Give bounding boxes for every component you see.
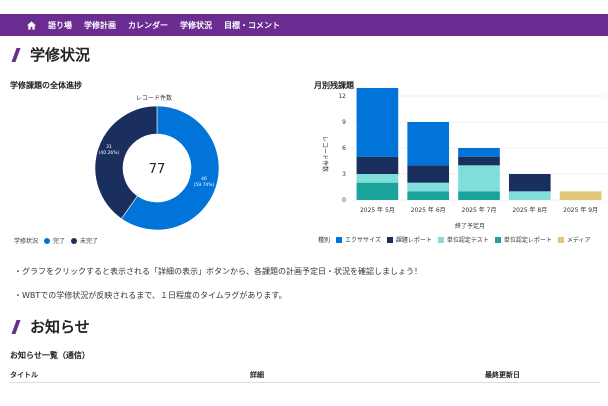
legend-label-test[interactable]: 単位認定テスト — [447, 235, 489, 244]
donut-subtitle: 学修課題の全体進捗 — [10, 81, 82, 90]
legend-label-complete[interactable]: 完了 — [53, 236, 65, 245]
bar-segment[interactable] — [356, 88, 399, 157]
bar-x-axis-label: 終了予定月 — [455, 222, 485, 230]
donut-legend-title: 学修状況 — [14, 238, 39, 245]
bar-legend-title: 種別 — [318, 237, 331, 244]
y-tick-label: 12 — [338, 93, 346, 100]
page: 語り場 学修計画 カレンダー 学修状況 目標・コメント 学修状況 学修課題の全体… — [0, 0, 608, 406]
y-tick-label: 6 — [342, 145, 346, 152]
y-tick-label: 0 — [342, 197, 346, 204]
x-tick-label: 2025 年 6月 — [411, 206, 446, 214]
legend-swatch-complete — [44, 237, 51, 244]
bar-segment[interactable] — [458, 148, 500, 157]
nav-item-study-plan[interactable]: 学修計画 — [84, 20, 116, 31]
news-title: お知らせ — [30, 318, 90, 336]
bar-segment[interactable] — [407, 122, 450, 166]
note-detail-button: ・グラフをクリックすると表示される「詳細の表示」ボタンから、各課題の計画予定日・… — [14, 267, 422, 276]
legend-swatch-credit-report — [494, 236, 501, 243]
bar-segment[interactable] — [407, 182, 450, 192]
stacked-bar-chart[interactable]: 0 3 6 9 12 2025 年 5月 2025 年 6月 2025 年 7月 2025 年… — [300, 88, 608, 236]
legend-label-credit-report[interactable]: 単位認定レポート — [504, 235, 552, 244]
legend-label-report[interactable]: 課題レポート — [396, 235, 432, 244]
x-tick-label: 2025 年 7月 — [462, 206, 497, 214]
y-tick-label: 3 — [342, 171, 346, 178]
nav-item-kataraiba[interactable]: 語り場 — [48, 20, 72, 31]
news-subtitle: お知らせ一覧（通信） — [10, 351, 90, 360]
table-header-divider — [10, 382, 600, 383]
bar-segment[interactable] — [356, 174, 399, 183]
donut-center-total: 77 — [149, 162, 166, 177]
bar-segment[interactable] — [508, 191, 551, 200]
bar-segment[interactable] — [559, 191, 602, 200]
title-accent-mark — [11, 47, 21, 62]
section-title-study-status: 学修状況 — [11, 44, 91, 65]
bar-y-axis-label: レコード件数 — [321, 136, 329, 172]
legend-swatch-report — [386, 236, 393, 243]
bar-segment[interactable] — [508, 174, 551, 192]
bar-segment[interactable] — [356, 182, 399, 200]
legend-label-media[interactable]: メディア — [567, 235, 591, 244]
home-icon[interactable] — [26, 18, 40, 32]
x-tick-label: 2025 年 5月 — [360, 206, 395, 214]
bar-legend: 種別 エクササイズ 課題レポート 単位認定テスト 単位認定レポート メディア — [318, 235, 590, 244]
nav-item-study-status[interactable]: 学修状況 — [180, 20, 212, 31]
bar-segment[interactable] — [458, 191, 500, 200]
legend-label-exercise[interactable]: エクササイズ — [345, 235, 381, 244]
donut-legend: 学修状況 完了 未完了 — [14, 236, 98, 245]
section-title-news: お知らせ — [11, 316, 90, 337]
note-time-lag: ・WBTでの学修状況が反映されるまで、１日程度のタイムラグがあります。 — [14, 291, 287, 300]
x-tick-label: 2025 年 8月 — [512, 206, 547, 214]
donut-label-incomplete-count: 31 — [106, 144, 112, 150]
donut-chart[interactable]: 77 46 (59.74%) 31 (40.26%) — [90, 100, 230, 240]
y-tick-label: 9 — [342, 119, 346, 126]
bar-segment[interactable] — [458, 156, 500, 166]
legend-swatch-incomplete — [71, 237, 78, 244]
news-col-detail: 詳細 — [250, 371, 264, 379]
bar-segment[interactable] — [407, 191, 450, 200]
bar-segment[interactable] — [356, 156, 399, 174]
donut-label-incomplete-pct: (40.26%) — [99, 150, 120, 156]
x-tick-label: 2025 年 9月 — [563, 206, 598, 214]
nav-item-calendar[interactable]: カレンダー — [128, 20, 168, 31]
bar-segment[interactable] — [407, 165, 450, 183]
title-accent-mark — [11, 319, 21, 334]
donut-label-complete-count: 46 — [201, 176, 207, 182]
bar-segment[interactable] — [458, 165, 500, 192]
donut-label-complete-pct: (59.74%) — [194, 182, 215, 188]
page-title: 学修状況 — [30, 46, 91, 64]
nav-item-goals-comments[interactable]: 目標・コメント — [224, 20, 280, 31]
top-nav: 語り場 学修計画 カレンダー 学修状況 目標・コメント — [0, 14, 608, 36]
news-col-updated: 最終更新日 — [485, 371, 520, 379]
legend-swatch-exercise — [336, 236, 343, 243]
legend-swatch-media — [557, 236, 564, 243]
legend-swatch-test — [437, 236, 444, 243]
news-col-title: タイトル — [10, 371, 38, 379]
legend-label-incomplete[interactable]: 未完了 — [80, 236, 98, 245]
